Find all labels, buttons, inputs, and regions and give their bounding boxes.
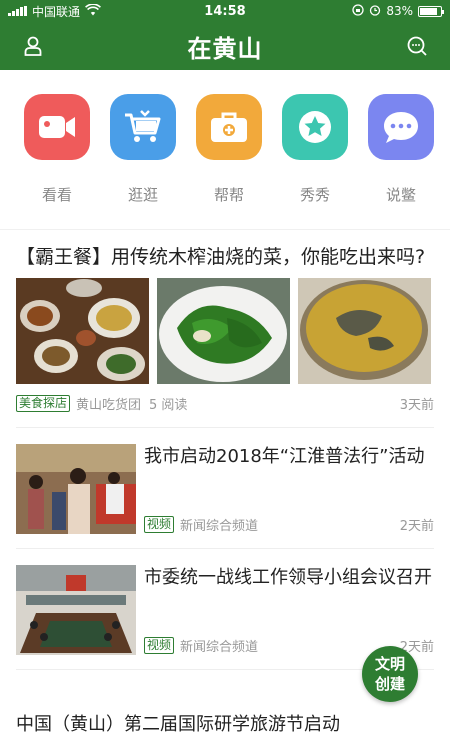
top-bar: 中国联通 14:58 83% 在黄山	[0, 0, 450, 70]
read-count: 5 阅读	[149, 398, 188, 413]
search-chat-icon[interactable]	[404, 33, 430, 59]
food-photo-greens[interactable]	[157, 278, 290, 384]
article-thumbnail[interactable]	[16, 565, 136, 655]
category-guangguang[interactable]: 逛逛	[108, 94, 178, 229]
article-source: 黄山吃货团	[76, 398, 142, 413]
article-thumbnail[interactable]	[16, 444, 136, 534]
category-bangbang[interactable]: 帮帮	[194, 94, 264, 229]
video-camera-icon[interactable]	[24, 94, 90, 160]
article-card-1[interactable]: 【霸王餐】用传统木榨油烧的菜，你能吃出来吗? 美食探店 黄山吃货团 5 阅读 3…	[0, 230, 450, 413]
article-source: 新闻综合频道	[180, 640, 259, 655]
battery-icon	[418, 5, 444, 17]
article-title-partial[interactable]: 中国（黄山）第二届国际研学旅游节启动	[16, 710, 450, 736]
civilization-fab-button[interactable]: 文明 创建	[362, 646, 418, 702]
clock: 14:58	[204, 4, 246, 19]
category-tag[interactable]: 视频	[144, 637, 175, 654]
article-title[interactable]: 【霸王餐】用传统木榨油烧的菜，你能吃出来吗?	[16, 230, 434, 270]
category-bar: 看看 逛逛 帮帮 秀秀 说鳖	[0, 70, 450, 230]
food-photo-soup[interactable]	[298, 278, 431, 384]
article-time: 3天前	[399, 398, 434, 413]
chat-bubble-icon[interactable]	[368, 94, 434, 160]
article-title[interactable]: 市委统一战线工作领导小组会议召开	[144, 565, 434, 591]
star-icon[interactable]	[282, 94, 348, 160]
category-label: 秀秀	[299, 186, 330, 204]
category-label: 帮帮	[213, 186, 244, 204]
article-card-2[interactable]: 我市启动2018年“江淮普法行”活动 视频 新闻综合频道 2天前	[0, 428, 450, 534]
category-tag[interactable]: 美食探店	[16, 395, 71, 412]
fab-line-1: 文明	[374, 655, 405, 673]
food-photo-table[interactable]	[16, 278, 149, 384]
fab-line-2: 创建	[374, 675, 405, 693]
article-source: 新闻综合频道	[180, 519, 259, 534]
article-time: 2天前	[399, 519, 434, 534]
category-label: 说鳖	[385, 186, 416, 204]
article-card-3[interactable]: 市委统一战线工作领导小组会议召开 视频 新闻综合频道 2天前	[0, 549, 450, 655]
article-title[interactable]: 我市启动2018年“江淮普法行”活动	[144, 444, 434, 470]
user-icon[interactable]	[20, 33, 46, 59]
category-tag[interactable]: 视频	[144, 516, 175, 533]
category-label: 看看	[41, 186, 72, 204]
news-feed: 【霸王餐】用传统木榨油烧的菜，你能吃出来吗? 美食探店 黄山吃货团 5 阅读 3…	[0, 230, 450, 670]
article-image-strip	[16, 278, 434, 384]
category-xiuxiu[interactable]: 秀秀	[280, 94, 350, 229]
app-title: 在黄山	[187, 34, 263, 63]
shopping-cart-icon[interactable]	[110, 94, 176, 160]
medical-kit-icon[interactable]	[196, 94, 262, 160]
article-meta: 美食探店 黄山吃货团 5 阅读 3天前	[16, 394, 434, 413]
category-shuobie[interactable]: 说鳖	[366, 94, 436, 229]
category-kankan[interactable]: 看看	[22, 94, 92, 229]
category-label: 逛逛	[127, 186, 158, 204]
app-header: 在黄山	[0, 22, 450, 70]
article-meta: 视频 新闻综合频道 2天前	[144, 515, 434, 534]
status-bar: 中国联通 14:58 83%	[0, 0, 450, 22]
